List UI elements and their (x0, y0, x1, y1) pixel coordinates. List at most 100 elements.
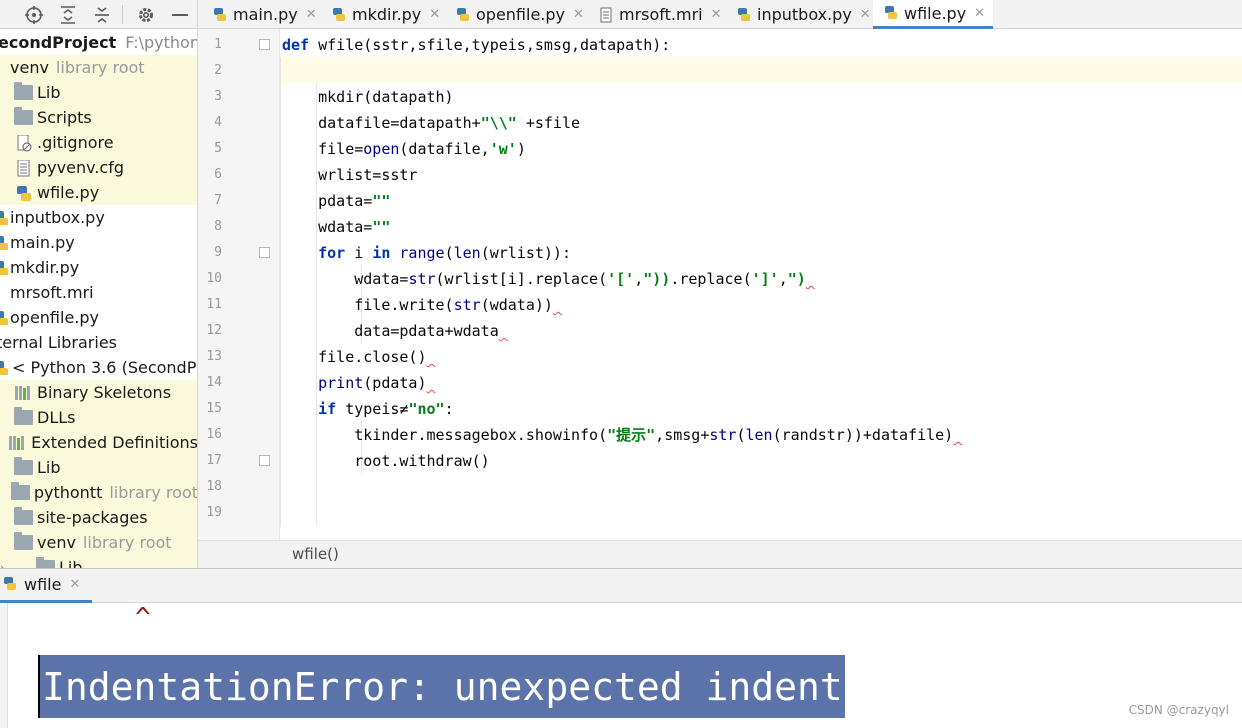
tree-item-inputbox-py[interactable]: inputbox.py (0, 205, 197, 230)
caret-line-highlight (280, 57, 1242, 83)
code-line-17: root.withdraw() (282, 452, 490, 470)
tab-label: main.py (233, 5, 298, 24)
tree-item-label: mkdir.py (10, 258, 80, 277)
tree-item-label: Extended Definitions (31, 433, 198, 452)
tree-item-pyvenv-cfg[interactable]: pyvenv.cfg (0, 155, 197, 180)
tree-item-label: pyvenv.cfg (37, 158, 124, 177)
python-sdk-icon (0, 360, 10, 375)
tab-main-py[interactable]: main.py ✕ (212, 0, 317, 29)
tree-item-wfile-py[interactable]: wfile.py (0, 180, 197, 205)
breadcrumb-bar: wfile() (198, 540, 1242, 568)
tree-item-label: Lib (59, 558, 83, 568)
tree-item-mrsoft-mri[interactable]: mrsoft.mri (0, 280, 197, 305)
code-line-4: datafile=datapath+"\\" +sfile (282, 114, 581, 132)
tree-item-main-py[interactable]: main.py (0, 230, 197, 255)
tree-item-label: Lib (37, 83, 61, 102)
tree-item-lib-2[interactable]: Lib (0, 455, 197, 480)
run-tool-window-header (0, 568, 1242, 603)
python-file-icon (14, 185, 33, 201)
tree-item-scripts[interactable]: Scripts (0, 105, 197, 130)
text-file-icon (14, 159, 33, 177)
error-message: IndentationError: unexpected indent (38, 655, 845, 718)
tree-item-mkdir-py[interactable]: mkdir.py (0, 255, 197, 280)
tree-item-binary-skeletons[interactable]: Binary Skeletons (0, 380, 197, 405)
text-file-icon (598, 7, 614, 23)
tree-item-site-packages[interactable]: site-packages (0, 505, 197, 530)
close-icon[interactable]: ✕ (974, 6, 985, 21)
python-file-icon (2, 576, 18, 592)
line-number: 11 (206, 297, 222, 312)
close-icon[interactable]: ✕ (573, 7, 584, 22)
python-file-icon (331, 7, 347, 23)
minimize-icon[interactable] (169, 4, 191, 26)
project-root-path: F:\pythonPr (125, 33, 197, 52)
tree-item-label: openfile.py (10, 308, 100, 327)
tree-item-venv[interactable]: venv library root (0, 55, 197, 80)
line-number: 2 (214, 63, 222, 78)
close-icon[interactable]: ✕ (306, 7, 317, 22)
tree-item-extended-definitions[interactable]: Extended Definitions (0, 430, 198, 455)
tree-item-label: < Python 3.6 (SecondPro (12, 358, 198, 377)
library-root-label: library root (55, 58, 145, 77)
tree-item-external-libraries[interactable]: ternal Libraries (0, 330, 197, 355)
run-tab-wfile[interactable]: wfile ✕ (0, 568, 92, 603)
collapse-all-icon[interactable] (91, 4, 113, 26)
tree-item-gitignore[interactable]: .gitignore (0, 130, 197, 155)
code-line-8: wdata="" (282, 218, 391, 236)
tab-openfile-py[interactable]: openfile.py ✕ (455, 0, 584, 29)
code-line-6: wrlist=sstr (282, 166, 418, 184)
line-number: 8 (214, 219, 222, 234)
tree-item-lib[interactable]: Lib (0, 80, 197, 105)
project-root[interactable]: econdProject F:\pythonPr (0, 30, 197, 55)
tree-item-python-sdk[interactable]: < Python 3.6 (SecondPro (0, 355, 198, 380)
line-number: 18 (206, 479, 222, 494)
tab-mrsoft-mri[interactable]: mrsoft.mri ✕ (598, 0, 722, 29)
folder-icon (14, 107, 33, 125)
fold-marker-icon[interactable] (259, 39, 270, 50)
editor-tab-bar: main.py ✕ mkdir.py ✕ openfile.py ✕ mrsof… (198, 0, 1242, 29)
gear-icon[interactable] (135, 4, 157, 26)
tree-item-dlls[interactable]: DLLs (0, 405, 197, 430)
python-file-icon (736, 7, 752, 23)
tree-item-label: pythontt (33, 483, 103, 502)
tree-item-label: venv (37, 533, 76, 552)
line-number: 9 (214, 245, 222, 260)
tree-item-label: venv (10, 58, 49, 77)
code-line-7: pdata="" (282, 192, 391, 210)
crosshair-icon[interactable] (23, 4, 45, 26)
tab-wfile-py[interactable]: wfile.py ✕ (873, 0, 994, 29)
tree-item-pythontt[interactable]: pythontt library root (0, 480, 197, 505)
project-tree: econdProject F:\pythonPr venv library ro… (0, 29, 198, 568)
tree-item-label: main.py (10, 233, 75, 252)
code-line-14: print(pdata) (318, 374, 427, 392)
tree-item-lib-3[interactable]: › Lib (0, 555, 197, 569)
tree-item-label: site-packages (37, 508, 148, 527)
line-number: 12 (206, 323, 222, 338)
fold-marker-icon[interactable] (259, 455, 270, 466)
tree-item-venv-2[interactable]: venv library root (0, 530, 197, 555)
python-file-icon (883, 5, 899, 21)
tree-item-label: wfile.py (37, 183, 100, 202)
chevron-right-icon[interactable]: › (0, 561, 14, 569)
fold-marker-icon[interactable] (259, 247, 270, 258)
folder-icon (10, 482, 30, 500)
expand-all-icon[interactable] (57, 4, 79, 26)
tree-item-openfile-py[interactable]: openfile.py (0, 305, 197, 330)
close-icon[interactable]: ✕ (711, 7, 722, 22)
line-number: 10 (206, 271, 222, 286)
code-line-5: file=open(datafile,'w') (282, 140, 526, 158)
tab-label: wfile.py (904, 3, 967, 23)
folder-icon (14, 82, 33, 100)
code-line-13: file.close() (282, 348, 427, 366)
run-console-sidebar (0, 603, 8, 728)
line-number: 17 (206, 453, 222, 468)
tab-inputbox-py[interactable]: inputbox.py ✕ (736, 0, 871, 29)
close-icon[interactable]: ✕ (69, 577, 80, 592)
library-icon (8, 435, 27, 450)
tab-mkdir-py[interactable]: mkdir.py ✕ (331, 0, 440, 29)
close-icon[interactable]: ✕ (429, 7, 440, 22)
tree-item-label: DLLs (37, 408, 76, 427)
breadcrumb[interactable]: wfile() (292, 545, 339, 563)
close-icon[interactable]: ✕ (860, 7, 871, 22)
